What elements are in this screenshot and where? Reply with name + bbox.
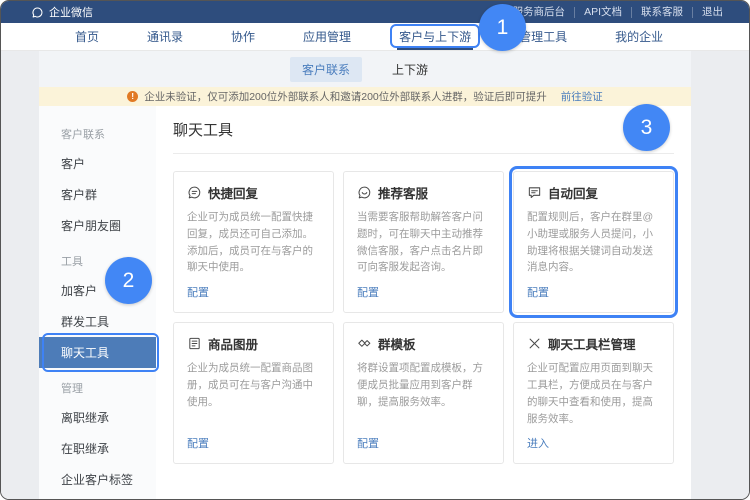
callout-circle-3: 3 [623,104,670,151]
card-description: 当需要客服帮助解答客户问题时，可在聊天中主动推荐微信客服，客户点击名片即可向客服… [357,209,490,276]
nav-item-1[interactable]: 首页 [75,23,99,50]
tab-1[interactable]: 客户联系 [290,57,362,82]
card-title: 自动回复 [548,183,598,202]
sidebar-item-2-1[interactable]: 在职继承 [39,433,156,464]
body-row: 客户联系客户客户群客户朋友圈工具加客户群发工具聊天工具管理离职继承在职继承企业客… [39,106,691,499]
card-title: 聊天工具栏管理 [548,334,636,353]
sidebar-item-2-3[interactable]: 安全管控 [39,495,156,500]
callout-circle-1: 1 [479,4,526,51]
sidebar-item-label: 在职继承 [61,442,109,456]
group-template-icon [357,336,372,351]
nav-item-label: 客户与上下游 [399,28,471,45]
nav-item-2[interactable]: 通讯录 [147,23,183,50]
warning-text: 企业未验证，仅可添加200位外部联系人和邀请200位外部联系人进群，验证后即可提… [144,89,547,104]
card-title: 快捷回复 [208,183,258,202]
verification-warning-bar: ! 企业未验证，仅可添加200位外部联系人和邀请200位外部联系人进群，验证后即… [39,87,691,106]
nav-item-4[interactable]: 应用管理 [303,23,351,50]
sidebar: 客户联系客户客户群客户朋友圈工具加客户群发工具聊天工具管理离职继承在职继承企业客… [39,106,156,499]
card-title: 群模板 [378,334,416,353]
card-description: 企业为成员统一配置商品图册，成员可在与客户沟通中使用。 [187,360,320,410]
card-action-link[interactable]: 进入 [527,427,549,451]
sidebar-item-label: 客户 [61,157,85,171]
card-action-link[interactable]: 配置 [187,276,209,300]
chat-toolbar-icon [527,336,542,351]
feature-card-5: 群模板将群设置项配置成模板，方便成员批量应用到客户群聊，提高服务效率。配置 [343,322,504,464]
nav-item-7[interactable]: 我的企业 [615,23,663,50]
sidebar-item-2-2[interactable]: 企业客户标签 [39,464,156,495]
sidebar-item-0-1[interactable]: 客户群 [39,179,156,210]
card-description: 企业可配置应用页面到聊天工具栏，方便成员在与客户的聊天中查看和使用，提高服务效率… [527,360,660,427]
card-header: 自动回复 [527,183,660,202]
sidebar-item-label: 企业客户标签 [61,473,133,487]
nav-item-6[interactable]: 管理工具 [519,23,567,50]
card-action-link[interactable]: 配置 [357,427,379,451]
sidebar-item-0-2[interactable]: 客户朋友圈 [39,210,156,241]
nav-item-5[interactable]: 客户与上下游 [399,23,471,50]
sidebar-item-label: 群发工具 [61,315,109,329]
brand-name: 企业微信 [49,4,93,20]
topbar-link-3[interactable]: 联系客服 [632,7,693,18]
card-action-link[interactable]: 配置 [527,276,549,300]
title-divider [173,153,674,154]
feature-card-1: 快捷回复企业可为成员统一配置快捷回复，成员还可自己添加。添加后，成员可在与客户的… [173,171,334,313]
nav-item-label: 协作 [231,28,255,45]
quick-reply-icon [187,185,202,200]
nav-item-label: 首页 [75,28,99,45]
sidebar-item-label: 加客户 [61,284,97,298]
auto-reply-icon [527,185,542,200]
nav-item-label: 管理工具 [519,28,567,45]
card-header: 快捷回复 [187,183,320,202]
main-navigation: 首页 通讯录 协作 应用管理 客户与上下游 管理工具 我的企业 [1,23,749,51]
feature-card-2: 推荐客服当需要客服帮助解答客户问题时，可在聊天中主动推荐微信客服，客户点击名片即… [343,171,504,313]
topbar-link-2[interactable]: API文档 [575,7,632,18]
nav-item-label: 通讯录 [147,28,183,45]
wechat-work-bubble-icon [31,6,44,19]
card-header: 商品图册 [187,334,320,353]
sidebar-item-label: 聊天工具 [61,346,109,360]
card-description: 企业可为成员统一配置快捷回复，成员还可自己添加。添加后，成员可在与客户的聊天中使… [187,209,320,276]
feature-card-grid: 快捷回复企业可为成员统一配置快捷回复，成员还可自己添加。添加后，成员可在与客户的… [173,171,674,464]
recommend-service-icon [357,185,372,200]
top-bar: 企业微信 服务商后台API文档联系客服退出 [1,1,749,23]
card-description: 配置规则后，客户在群里@小助理或服务人员提问，小助理将根据关键词自动发送消息内容… [527,209,660,276]
alert-icon: ! [127,91,138,102]
card-title: 商品图册 [208,334,258,353]
sidebar-section-header: 客户联系 [39,114,156,148]
card-header: 推荐客服 [357,183,490,202]
card-action-link[interactable]: 配置 [187,427,209,451]
sidebar-section-header: 管理 [39,368,156,402]
sidebar-item-1-1[interactable]: 群发工具 [39,306,156,337]
tab-2[interactable]: 上下游 [380,57,440,82]
sidebar-item-label: 客户群 [61,188,97,202]
nav-item-label: 我的企业 [615,28,663,45]
card-action-link[interactable]: 配置 [357,276,379,300]
sidebar-item-1-2[interactable]: 聊天工具 [39,337,156,368]
callout-circle-2: 2 [105,257,152,304]
card-header: 聊天工具栏管理 [527,334,660,353]
brand-logo: 企业微信 [31,4,93,20]
card-header: 群模板 [357,334,490,353]
feature-card-3: 自动回复配置规则后，客户在群里@小助理或服务人员提问，小助理将根据关键词自动发送… [513,171,674,313]
sidebar-item-label: 离职继承 [61,411,109,425]
nav-item-label: 应用管理 [303,28,351,45]
sub-tab-bar: 客户联系上下游 [39,51,691,87]
sidebar-item-label: 客户朋友圈 [61,219,121,233]
topbar-link-4[interactable]: 退出 [693,7,723,18]
product-album-icon [187,336,202,351]
main-content: 聊天工具 快捷回复企业可为成员统一配置快捷回复，成员还可自己添加。添加后，成员可… [156,106,691,499]
feature-card-4: 商品图册企业为成员统一配置商品图册，成员可在与客户沟通中使用。配置 [173,322,334,464]
topbar-links: 服务商后台API文档联系客服退出 [504,7,723,18]
go-verify-link[interactable]: 前往验证 [561,89,603,104]
nav-item-3[interactable]: 协作 [231,23,255,50]
card-title: 推荐客服 [378,183,428,202]
page-title: 聊天工具 [173,119,674,140]
card-description: 将群设置项配置成模板，方便成员批量应用到客户群聊，提高服务效率。 [357,360,490,410]
sidebar-item-0-0[interactable]: 客户 [39,148,156,179]
app-window: 企业微信 服务商后台API文档联系客服退出 首页通讯录协作应用管理客户与上下游管… [0,0,750,500]
sidebar-item-2-0[interactable]: 离职继承 [39,402,156,433]
feature-card-6: 聊天工具栏管理企业可配置应用页面到聊天工具栏，方便成员在与客户的聊天中查看和使用… [513,322,674,464]
